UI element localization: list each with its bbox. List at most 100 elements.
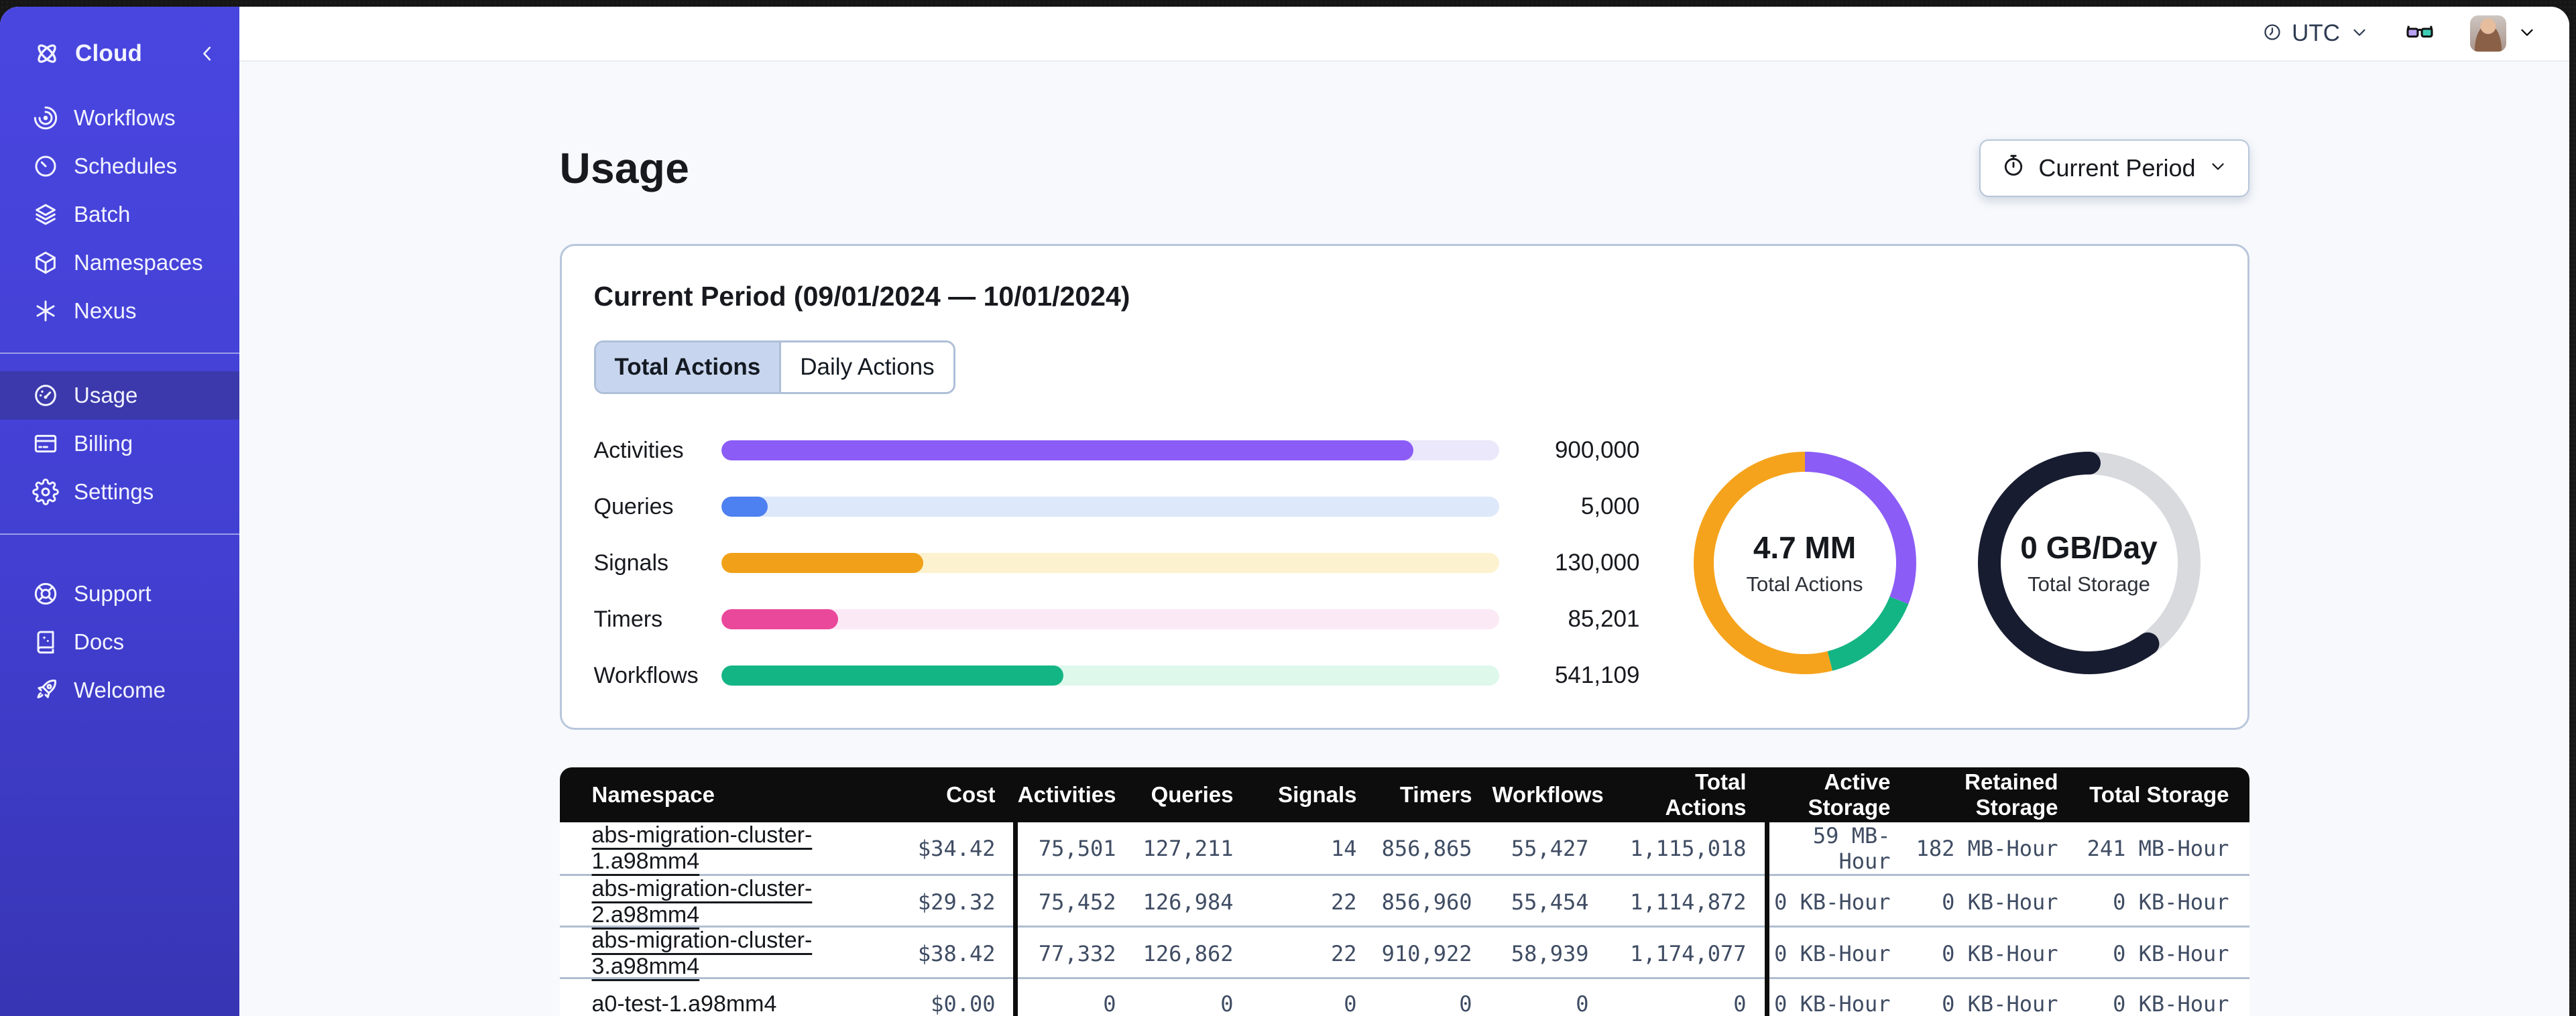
timers-cell: 0	[1459, 991, 1472, 1016]
retained-storage-cell: 0 KB-Hour	[1942, 941, 2058, 966]
table-divider	[1012, 822, 1018, 1016]
sidebar-item-label: Batch	[74, 202, 131, 227]
bar-row-queries: Queries 5,000	[594, 493, 1640, 520]
total-storage-cell: 0 KB-Hour	[2113, 889, 2229, 915]
timers-cell: 910,922	[1381, 941, 1472, 966]
namespace-cell[interactable]: abs-migration-cluster-3.a98mm4	[560, 928, 895, 980]
bar-label: Workflows	[593, 662, 699, 688]
sidebar-item-welcome[interactable]: Welcome	[0, 666, 239, 714]
table-header: Namespace Cost Activities Queries Signals Tim…	[559, 767, 2249, 822]
activities-cell: 75,452	[1038, 889, 1116, 915]
page-head: Usage Current Period	[560, 131, 2249, 205]
tab-daily-actions[interactable]: Daily Actions	[779, 342, 953, 392]
timers-cell: 856,960	[1381, 889, 1472, 915]
bar-track	[721, 440, 1499, 460]
donut-value: 0 GB/Day	[2020, 530, 2158, 565]
main-area: UTC Usage Current Period Current Period …	[239, 7, 2569, 1016]
namespace-cell[interactable]: a0-test-1.a98mm4	[560, 991, 895, 1016]
sidebar-item-batch[interactable]: Batch	[0, 190, 239, 239]
cost-cell: $0.00	[931, 991, 996, 1016]
temporal-logo-icon	[32, 39, 62, 68]
sidebar-item-usage[interactable]: Usage	[0, 371, 239, 420]
sidebar-item-docs[interactable]: Docs	[0, 618, 239, 666]
active-storage-cell: 59 MB-Hour	[1812, 823, 1891, 874]
namespace-link[interactable]: abs-migration-cluster-1.a98mm4	[592, 822, 813, 874]
cost-cell: $38.42	[917, 941, 996, 966]
retained-storage-cell: 0 KB-Hour	[1942, 991, 2058, 1016]
bar-label: Queries	[593, 493, 674, 519]
donut-center: 4.7 MM Total Actions	[1692, 450, 1918, 676]
settings-icon	[32, 479, 59, 505]
workflows-icon	[32, 105, 59, 131]
cost-cell: $34.42	[917, 836, 996, 861]
column-header-timers: Timers	[1399, 782, 1472, 807]
bar-row-signals: Signals 130,000	[594, 550, 1640, 576]
total-actions-cell: 1,114,872	[1630, 889, 1747, 915]
column-header-total-actions: Total Actions	[1665, 769, 1747, 820]
timezone-selector[interactable]: UTC	[2262, 20, 2369, 47]
donut-center: 0 GB/Day Total Storage	[1977, 450, 2202, 676]
column-header-workflows: Workflows	[1492, 782, 1604, 807]
namespace-link[interactable]: a0-test-1.a98mm4	[592, 991, 777, 1016]
table-divider	[1764, 822, 1769, 1016]
actions-bar-chart: Activities 900,000 Queries 5,000 Signals 130,…	[594, 437, 1640, 689]
namespace-cell[interactable]: abs-migration-cluster-1.a98mm4	[560, 822, 895, 875]
bar-fill	[721, 497, 768, 517]
period-card-title: Current Period (09/01/2024 — 10/01/2024)	[593, 281, 1130, 312]
content: Usage Current Period Current Period (09/…	[239, 62, 2569, 1016]
sidebar-item-workflows[interactable]: Workflows	[0, 94, 239, 142]
bar-value: 85,201	[1568, 606, 1640, 632]
sidebar-item-label: Docs	[74, 629, 125, 654]
column-header-retained-storage: Retained Storage	[1965, 769, 2058, 820]
bar-fill	[721, 553, 924, 573]
labs-glasses-button[interactable]	[2404, 17, 2435, 51]
column-header-activities: Activities	[1017, 782, 1116, 807]
workflows-cell: 0	[1576, 991, 1589, 1016]
period-selector-button[interactable]: Current Period	[1979, 139, 2249, 197]
welcome-icon	[32, 677, 59, 704]
bar-value: 130,000	[1554, 550, 1640, 576]
bar-row-activities: Activities 900,000	[594, 437, 1640, 464]
sidebar-item-label: Welcome	[74, 678, 166, 702]
avatar[interactable]	[2470, 15, 2506, 52]
sidebar-item-billing[interactable]: Billing	[0, 420, 239, 468]
billing-icon	[32, 430, 59, 457]
workflows-cell: 55,427	[1511, 836, 1589, 861]
account-menu[interactable]	[2470, 15, 2537, 52]
timers-cell: 856,865	[1381, 836, 1472, 861]
namespaces-icon	[32, 249, 59, 276]
namespace-link[interactable]: abs-migration-cluster-3.a98mm4	[592, 928, 813, 979]
total-actions-cell: 1,115,018	[1630, 836, 1747, 861]
donut-total-storage: 0 GB/Day Total Storage	[1977, 450, 2202, 676]
schedules-icon	[32, 153, 59, 180]
activities-cell: 0	[1103, 991, 1116, 1016]
sidebar-item-namespaces[interactable]: Namespaces	[0, 239, 239, 287]
signals-cell: 0	[1344, 991, 1357, 1016]
namespace-usage-table: Namespace Cost Activities Queries Signals Tim…	[559, 767, 2249, 1016]
chevron-down-icon	[2208, 154, 2228, 182]
bar-track	[721, 497, 1499, 517]
total-storage-cell: 0 KB-Hour	[2113, 941, 2229, 966]
signals-cell: 14	[1330, 836, 1357, 861]
tab-total-actions[interactable]: Total Actions	[595, 342, 780, 392]
namespace-cell[interactable]: abs-migration-cluster-2.a98mm4	[560, 876, 895, 928]
sidebar-item-label: Usage	[74, 383, 138, 407]
sidebar-item-label: Workflows	[74, 105, 176, 130]
totals-donuts: 4.7 MM Total Actions 0 GB/Day Total Storage	[1692, 450, 2202, 676]
sidebar-item-nexus[interactable]: Nexus	[0, 287, 239, 335]
sidebar-item-support[interactable]: Support	[0, 570, 239, 618]
clock-icon	[2262, 22, 2282, 46]
retained-storage-cell: 182 MB-Hour	[1916, 836, 2058, 861]
total-storage-cell: 241 MB-Hour	[2087, 836, 2229, 861]
bar-value: 5,000	[1580, 493, 1640, 519]
activities-cell: 77,332	[1038, 941, 1116, 966]
table-row: abs-migration-cluster-1.a98mm4 $34.42 75,5…	[559, 822, 2249, 875]
sidebar-collapse-button[interactable]	[195, 42, 219, 66]
page-title: Usage	[559, 144, 690, 192]
sidebar-item-schedules[interactable]: Schedules	[0, 142, 239, 190]
sidebar-nav-main: Workflows Schedules Batch Namespaces Nexus	[0, 94, 239, 335]
sidebar-item-settings[interactable]: Settings	[0, 468, 239, 516]
bar-label: Activities	[593, 437, 684, 463]
retained-storage-cell: 0 KB-Hour	[1942, 889, 2058, 915]
namespace-link[interactable]: abs-migration-cluster-2.a98mm4	[592, 876, 813, 928]
